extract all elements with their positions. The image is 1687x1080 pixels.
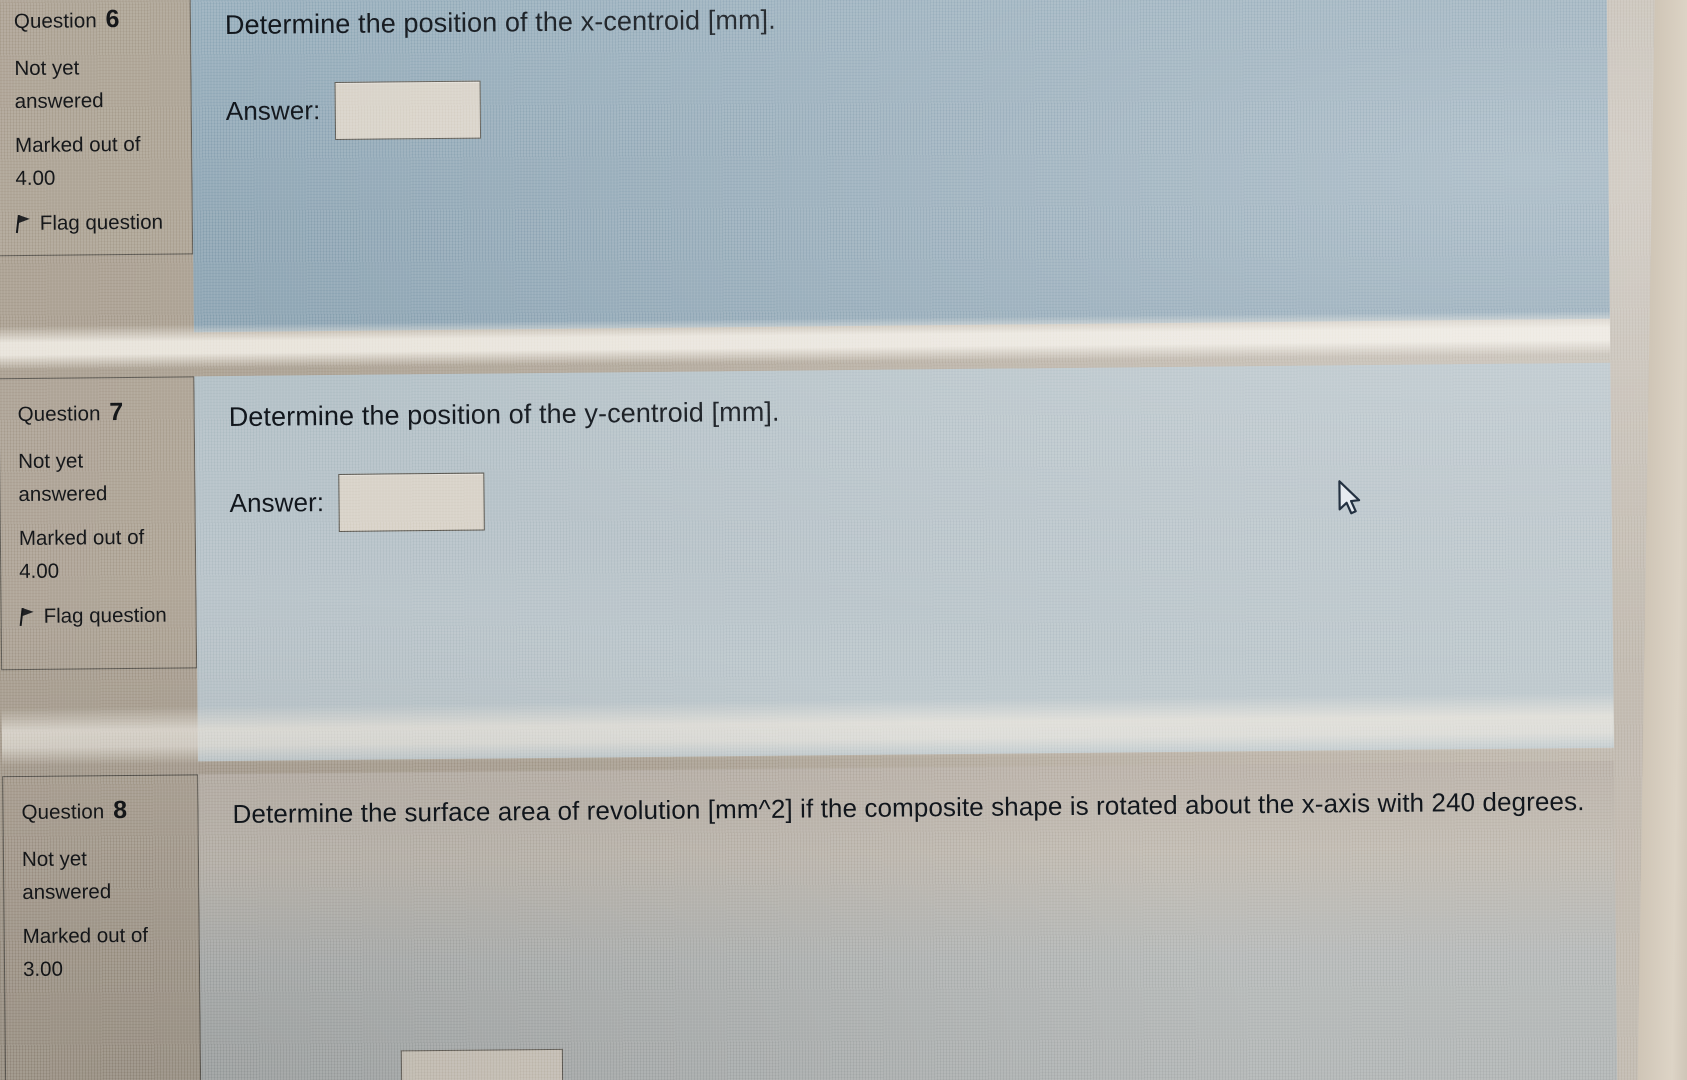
answer-label-7: Answer: (229, 487, 325, 519)
question-number-label-8: Question 8 (21, 789, 181, 831)
answer-input-8-visible-top[interactable] (400, 1048, 564, 1080)
flag-question-label-7: Flag question (43, 603, 167, 629)
photo-of-monitor: Question 6 Not yet answered Marked out o… (0, 0, 1687, 1080)
question-text-6: Determine the position of the x-centroid… (224, 4, 776, 41)
question-marks-6: Marked out of 4.00 (15, 127, 176, 195)
question-body-8: Determine the surface area of revolution… (198, 760, 1618, 1080)
question-state-line1-8: Not yet (21, 846, 88, 871)
question-state-7: Not yet answered (18, 443, 179, 511)
flag-icon (19, 607, 35, 627)
question-state-line1-7: Not yet (18, 448, 84, 473)
question-state-line2-7: answered (18, 481, 108, 506)
answer-label-6: Answer: (225, 95, 321, 127)
answer-row-7: Answer: (229, 462, 1581, 533)
marks-value-6: 4.00 (15, 166, 56, 191)
question-number-label-6: Question 6 (14, 0, 174, 41)
question-text-7: Determine the position of the y-centroid… (228, 396, 780, 433)
question-word-6: Question (13, 9, 97, 34)
question-body-6: Determine the position of the x-centroid… (190, 0, 1610, 333)
question-body-7: Determine the position of the y-centroid… (194, 362, 1614, 762)
question-block-7: Question 7 Not yet answered Marked out o… (0, 362, 1614, 763)
marks-value-7: 4.00 (19, 559, 60, 584)
question-state-line2-6: answered (14, 88, 104, 113)
flag-question-label-6: Flag question (39, 210, 164, 236)
question-number-7: 7 (109, 398, 124, 427)
question-block-6: Question 6 Not yet answered Marked out o… (0, 0, 1610, 334)
marked-out-of-label-8: Marked out of (22, 923, 149, 948)
question-marks-8: Marked out of 3.00 (23, 918, 184, 986)
question-info-panel-8: Question 8 Not yet answered Marked out o… (2, 774, 202, 1080)
marked-out-of-label-6: Marked out of (15, 132, 141, 157)
question-number-8: 8 (113, 795, 128, 825)
answer-row-8 (234, 916, 1586, 973)
flag-icon (15, 214, 31, 234)
question-word-8: Question (21, 800, 105, 825)
marked-out-of-label-7: Marked out of (18, 525, 145, 550)
question-state-line1-6: Not yet (14, 55, 80, 80)
question-info-panel-6: Question 6 Not yet answered Marked out o… (0, 0, 194, 257)
monitor-screen: Question 6 Not yet answered Marked out o… (0, 0, 1687, 1080)
question-text-8: Determine the surface area of revolution… (232, 786, 1585, 829)
answer-row-6: Answer: (226, 70, 1578, 141)
question-state-line2-8: answered (22, 879, 112, 904)
flag-question-button-6[interactable]: Flag question (15, 206, 176, 241)
question-word-7: Question (17, 402, 101, 427)
moodle-quiz-page: Question 6 Not yet answered Marked out o… (0, 0, 1687, 1080)
question-block-8: Question 8 Not yet answered Marked out o… (2, 760, 1618, 1080)
answer-input-6[interactable] (334, 80, 481, 140)
answer-input-7[interactable] (337, 472, 485, 532)
question-info-panel-7: Question 7 Not yet answered Marked out o… (0, 376, 198, 671)
question-number-label-7: Question 7 (17, 391, 177, 433)
question-number-6: 6 (105, 5, 120, 34)
question-state-8: Not yet answered (22, 841, 183, 909)
question-marks-7: Marked out of 4.00 (19, 520, 180, 588)
question-state-6: Not yet answered (14, 50, 175, 118)
flag-question-button-7[interactable]: Flag question (19, 599, 179, 634)
marks-value-8: 3.00 (22, 957, 64, 982)
